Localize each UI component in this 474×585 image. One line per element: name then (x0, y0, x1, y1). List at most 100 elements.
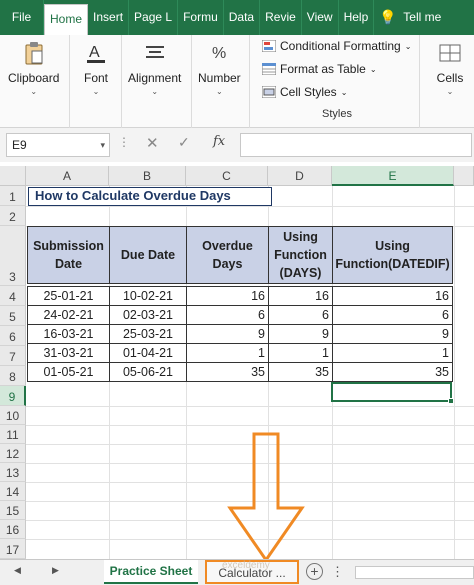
conditional-formatting-label: Conditional Formatting (280, 39, 401, 53)
fill-handle[interactable] (448, 398, 454, 404)
font-button[interactable]: A Font ⌄ (82, 39, 110, 96)
tell-me-search[interactable]: Tell me (398, 0, 446, 35)
header-overdue-days: Overdue Days (186, 226, 269, 284)
more-options-icon[interactable]: ⋮ (118, 135, 130, 149)
row-header-13[interactable]: 13 (0, 463, 26, 482)
chevron-down-icon: ⌄ (151, 87, 159, 96)
row-header-17[interactable]: 17 (0, 539, 26, 559)
insert-function-icon[interactable]: fx (213, 134, 225, 149)
number-button[interactable]: % Number ⌄ (198, 39, 241, 96)
column-header-a[interactable]: A (26, 166, 109, 186)
table-cell[interactable]: 16 (268, 286, 333, 306)
row-header-5[interactable]: 5 (0, 306, 26, 326)
percent-icon: % (205, 39, 233, 67)
table-cell[interactable]: 25-01-21 (27, 286, 110, 306)
column-header-b[interactable]: B (109, 166, 186, 186)
row-header-7[interactable]: 7 (0, 346, 26, 366)
name-box[interactable]: E9 ▾ (6, 133, 110, 157)
row-header-15[interactable]: 15 (0, 501, 26, 520)
alignment-label: Alignment (128, 71, 182, 85)
row-header-16[interactable]: 16 (0, 520, 26, 539)
header-submission-date: Submission Date (27, 226, 110, 284)
horizontal-scrollbar[interactable] (355, 566, 474, 579)
row-header-10[interactable]: 10 (0, 406, 26, 425)
table-cell[interactable]: 16 (332, 286, 453, 306)
conditional-formatting-button[interactable]: Conditional Formatting ⌄ (262, 39, 411, 53)
lightbulb-icon[interactable]: 💡 (374, 0, 398, 35)
tab-insert[interactable]: Insert (88, 0, 130, 35)
row-header-3[interactable]: 3 (0, 226, 26, 286)
cells-button[interactable]: Cells ⌄ (436, 39, 464, 96)
cell-styles-button[interactable]: Cell Styles ⌄ (262, 85, 347, 99)
scroll-right-icon[interactable]: ▶ (52, 565, 59, 576)
column-header-e[interactable]: E (332, 166, 454, 186)
scroll-left-icon[interactable]: ◀ (14, 565, 21, 576)
column-header-d[interactable]: D (268, 166, 332, 186)
table-cell[interactable]: 9 (186, 324, 269, 344)
table-cell[interactable]: 6 (268, 305, 333, 325)
row-header-4[interactable]: 4 (0, 286, 26, 306)
table-cell[interactable]: 16-03-21 (27, 324, 110, 344)
table-cell[interactable]: 05-06-21 (109, 362, 187, 382)
sheet-tab-practice[interactable]: Practice Sheet (104, 560, 198, 584)
tab-view[interactable]: View (302, 0, 339, 35)
table-cell[interactable]: 6 (186, 305, 269, 325)
table-cell[interactable]: 35 (186, 362, 269, 382)
alignment-group: Alignment ⌄ (122, 35, 192, 128)
active-cell-e9[interactable] (331, 382, 452, 402)
tab-review[interactable]: Revie (260, 0, 302, 35)
table-cell[interactable]: 16 (186, 286, 269, 306)
table-cell[interactable]: 10-02-21 (109, 286, 187, 306)
tab-data[interactable]: Data (224, 0, 261, 35)
cancel-icon[interactable]: ✕ (146, 134, 159, 152)
table-cell[interactable]: 6 (332, 305, 453, 325)
tab-help[interactable]: Help (339, 0, 375, 35)
header-datedif-function: Using Function(DATEDIF) (332, 226, 453, 284)
chevron-down-icon[interactable]: ▾ (100, 134, 105, 156)
watermark-logo: exceldemy (222, 560, 270, 571)
select-all-corner[interactable] (0, 166, 26, 186)
table-cell[interactable]: 25-03-21 (109, 324, 187, 344)
tab-file[interactable]: File (0, 0, 44, 35)
tab-page-layout[interactable]: Page L (129, 0, 179, 35)
table-cell[interactable]: 01-05-21 (27, 362, 110, 382)
table-cell[interactable]: 35 (268, 362, 333, 382)
add-sheet-icon[interactable]: + (306, 563, 323, 580)
row-header-1[interactable]: 1 (0, 186, 26, 206)
table-cell[interactable]: 1 (268, 343, 333, 363)
alignment-button[interactable]: Alignment ⌄ (128, 39, 181, 96)
format-as-table-icon (262, 63, 276, 75)
ribbon-home: Clipboard ⌄ A Font ⌄ Alignment ⌄ % Numbe… (0, 35, 474, 128)
more-options-icon[interactable]: ⋮ (331, 564, 344, 580)
conditional-formatting-icon (262, 40, 276, 52)
clipboard-button[interactable]: Clipboard ⌄ (8, 39, 59, 96)
table-cell[interactable]: 9 (332, 324, 453, 344)
row-header-11[interactable]: 11 (0, 425, 26, 444)
table-cell[interactable]: 31-03-21 (27, 343, 110, 363)
font-a-icon: A (82, 39, 110, 67)
column-header-c[interactable]: C (186, 166, 268, 186)
row-header-8[interactable]: 8 (0, 366, 26, 386)
cells-grid-icon (436, 39, 464, 67)
tab-formulas[interactable]: Formu (178, 0, 224, 35)
row-header-6[interactable]: 6 (0, 326, 26, 346)
column-header-f[interactable] (454, 166, 474, 186)
formula-bar: E9 ▾ ⋮ ✕ ✓ fx (0, 128, 474, 162)
tab-home[interactable]: Home (44, 4, 89, 35)
table-cell[interactable]: 35 (332, 362, 453, 382)
chevron-down-icon: ⌄ (446, 87, 454, 96)
table-cell[interactable]: 9 (268, 324, 333, 344)
table-cell[interactable]: 02-03-21 (109, 305, 187, 325)
enter-check-icon[interactable]: ✓ (178, 134, 190, 151)
row-header-2[interactable]: 2 (0, 206, 26, 226)
row-header-12[interactable]: 12 (0, 444, 26, 463)
row-header-14[interactable]: 14 (0, 482, 26, 501)
row-header-9[interactable]: 9 (0, 386, 26, 406)
cells-label: Cells (436, 71, 464, 85)
table-cell[interactable]: 1 (332, 343, 453, 363)
table-cell[interactable]: 1 (186, 343, 269, 363)
table-cell[interactable]: 24-02-21 (27, 305, 110, 325)
table-cell[interactable]: 01-04-21 (109, 343, 187, 363)
format-as-table-button[interactable]: Format as Table ⌄ (262, 62, 377, 76)
formula-input[interactable] (240, 133, 472, 157)
